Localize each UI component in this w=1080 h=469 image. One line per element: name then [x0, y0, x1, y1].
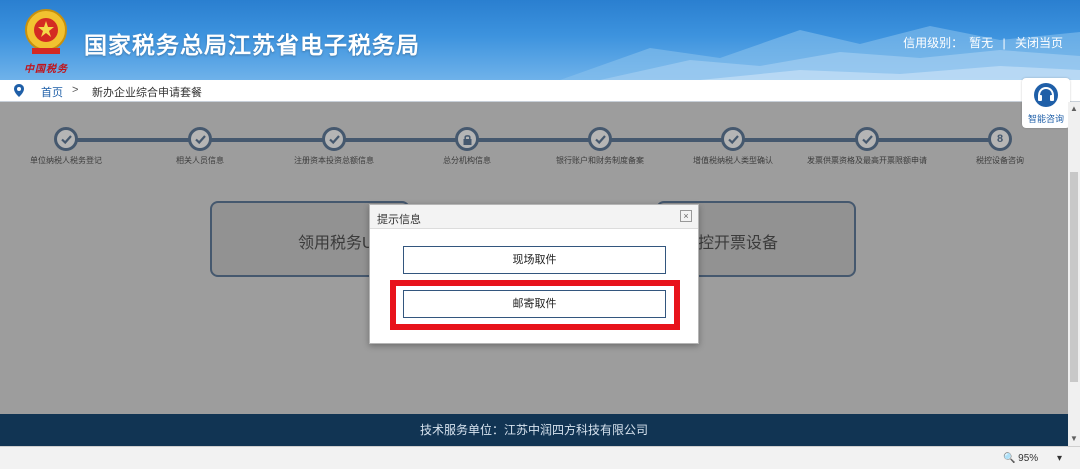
credit-value: 暂无	[969, 36, 994, 50]
dialog-header: 提示信息 ×	[370, 205, 698, 229]
footer: 技术服务单位：江苏中润四方科技有限公司	[0, 414, 1068, 446]
zoom-control[interactable]: 🔍 95% ▾	[1003, 453, 1062, 464]
close-page-link[interactable]: 关闭当页	[1015, 36, 1063, 50]
zoom-dropdown-icon[interactable]: ▾	[1057, 453, 1062, 464]
close-icon[interactable]: ×	[680, 210, 692, 222]
header-right-links: 信用级别： 暂无 | 关闭当页	[900, 34, 1066, 51]
site-title: 国家税务总局江苏省电子税务局	[84, 32, 420, 58]
onsite-pickup-button[interactable]: 现场取件	[403, 246, 666, 274]
browser-statusbar: 🔍 95% ▾	[0, 446, 1080, 469]
footer-text: 技术服务单位：江苏中润四方科技有限公司	[419, 423, 648, 437]
zoom-magnifier-icon: 🔍	[1002, 453, 1016, 464]
credit-label: 信用级别：	[903, 36, 964, 50]
site-header: 中国税务 国家税务总局江苏省电子税务局 信用级别： 暂无 | 关闭当页	[0, 0, 1080, 80]
brand-script: 中国税务	[24, 64, 68, 75]
breadcrumb-current: 新办企业综合申请套餐	[92, 87, 202, 99]
scroll-thumb[interactable]	[1070, 172, 1078, 382]
breadcrumb-home-link[interactable]: 首页	[41, 84, 63, 100]
headset-icon	[1034, 83, 1058, 107]
highlight-frame	[390, 280, 680, 330]
tax-emblem-icon	[25, 9, 67, 54]
dialog-title: 提示信息	[377, 214, 421, 226]
location-pin-icon	[14, 84, 24, 97]
scrollbar[interactable]: ▲ ▼	[1068, 102, 1080, 446]
breadcrumb-separator: >	[72, 84, 79, 96]
scroll-down-arrow-icon[interactable]: ▼	[1070, 434, 1078, 443]
smart-consult-label: 智能咨询	[1027, 114, 1064, 124]
zoom-level: 95%	[1018, 453, 1039, 464]
header-divider: |	[1002, 36, 1006, 50]
smart-consult-widget[interactable]: 智能咨询	[1022, 78, 1070, 128]
scroll-up-arrow-icon[interactable]: ▲	[1070, 104, 1078, 113]
breadcrumb: 首页 > 新办企业综合申请套餐	[0, 80, 1080, 102]
